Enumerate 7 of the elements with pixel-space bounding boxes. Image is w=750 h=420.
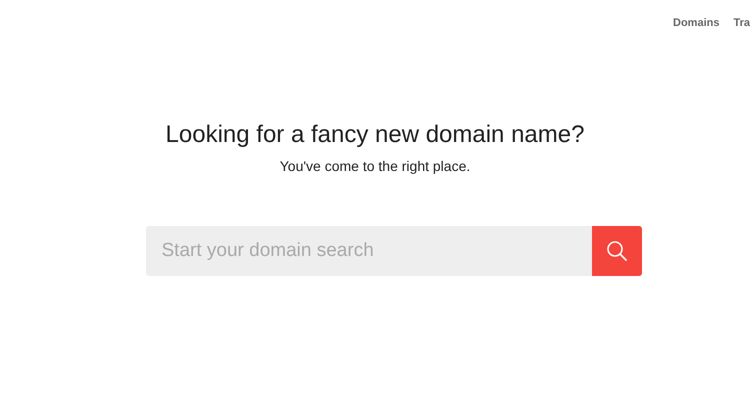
nav-link[interactable]: Domains: [673, 17, 720, 33]
search-field[interactable]: Start your domain search: [146, 226, 592, 276]
nav-link[interactable]: Tra: [733, 17, 750, 33]
headline: Looking for a fancy new domain name?: [166, 120, 584, 150]
subheadline: You've come to the right place.: [280, 158, 470, 174]
search-icon: [606, 240, 628, 262]
search-button[interactable]: [592, 226, 642, 276]
